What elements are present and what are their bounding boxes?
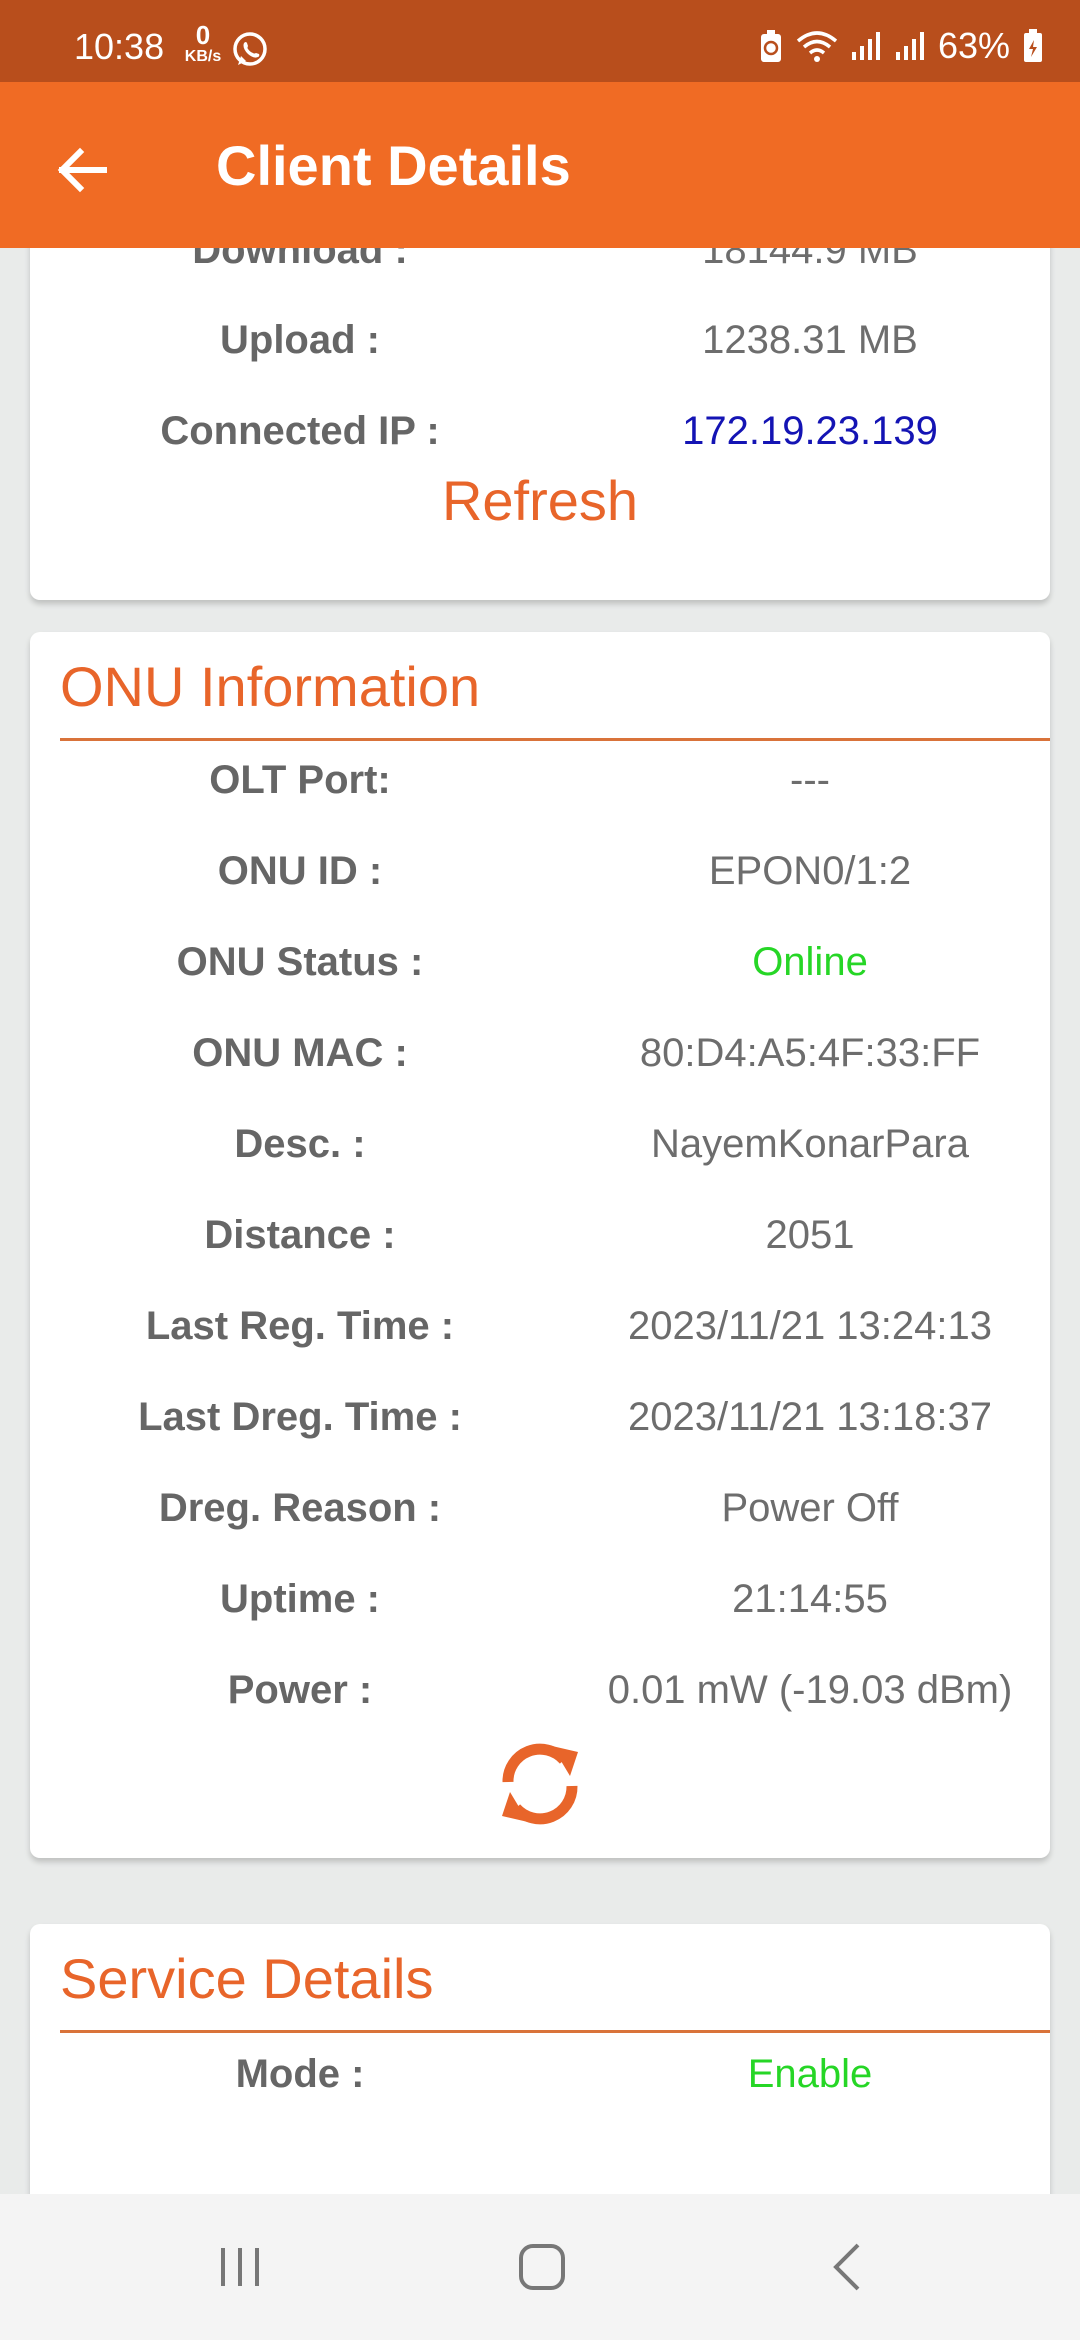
recents-button[interactable] [200, 2234, 280, 2300]
network-speed-value: 0 [195, 20, 211, 50]
status-time: 10:38 [74, 26, 165, 67]
download-label: Download : [192, 248, 408, 272]
battery-saver-icon [760, 30, 781, 62]
status-bar: 10:38 0 KB/s 63% [0, 0, 1080, 82]
upload-value: 1238.31 MB [702, 318, 918, 362]
page-title: Client Details [216, 134, 571, 197]
arrow-left-icon[interactable] [46, 134, 118, 206]
home-icon [519, 2244, 565, 2290]
battery-icon [1024, 29, 1042, 62]
network-speed-unit: KB/s [184, 48, 222, 65]
battery-percent: 63% [937, 25, 1010, 66]
app-bar: Client Details [0, 82, 1080, 248]
wifi-icon [796, 31, 838, 62]
home-button[interactable] [502, 2234, 582, 2300]
connected-ip-value[interactable]: 172.19.23.139 [570, 401, 1050, 461]
status-icons: 63% [758, 25, 1044, 66]
back-chevron-icon [833, 2243, 860, 2291]
connected-ip-row: Connected IP : 172.19.23.139 [30, 401, 1050, 461]
usage-card: Download : 18144.9 MB Upload : 1238.31 M… [30, 248, 1050, 600]
connected-ip-label: Connected IP : [160, 409, 440, 453]
upload-row: Upload : 1238.31 MB [30, 310, 1050, 370]
sync-icon[interactable] [490, 1730, 590, 1838]
recents-icon [221, 2248, 259, 2286]
content-scroll[interactable]: Download : 18144.9 MB Upload : 1238.31 M… [0, 248, 1080, 2194]
signal-icon [851, 32, 880, 60]
back-nav-button[interactable] [806, 2234, 886, 2300]
system-nav-bar [0, 2194, 1080, 2340]
signal-icon-2 [895, 32, 924, 60]
whatsapp-icon [233, 32, 267, 66]
network-speed: 0 KB/s [180, 22, 226, 66]
refresh-button[interactable]: Refresh [30, 468, 1050, 533]
upload-label: Upload : [220, 318, 380, 362]
download-value: 18144.9 MB [702, 248, 918, 272]
download-row: Download : 18144.9 MB [30, 248, 1050, 280]
